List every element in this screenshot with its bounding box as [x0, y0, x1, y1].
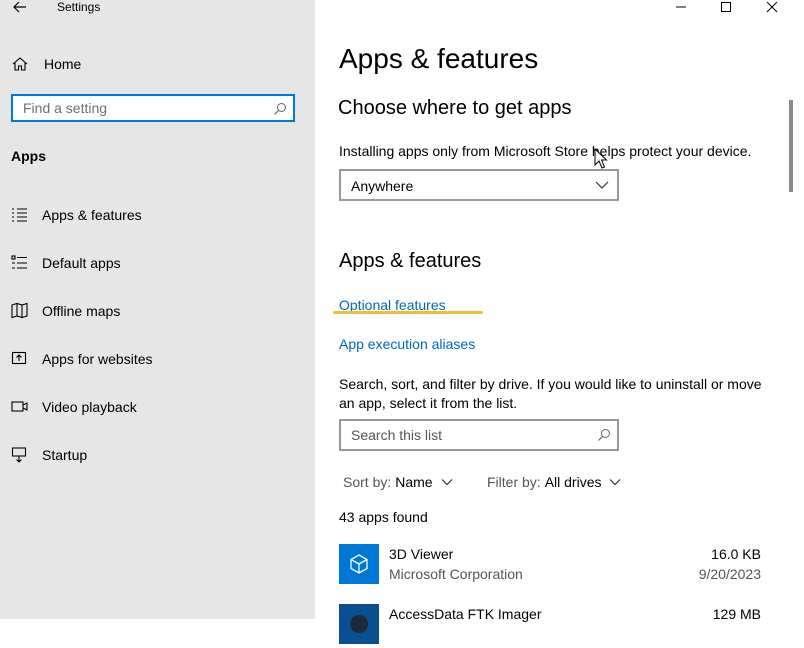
apps-features-icon [11, 206, 29, 224]
apps-count: 43 apps found [339, 509, 428, 525]
close-button[interactable] [757, 0, 787, 14]
home-icon [12, 57, 28, 71]
3d-viewer-icon [339, 544, 379, 584]
chevron-down-icon [610, 479, 621, 486]
back-button[interactable] [10, 0, 30, 18]
app-execution-aliases-link[interactable]: App execution aliases [339, 336, 475, 352]
list-description: Search, sort, and filter by drive. If yo… [339, 376, 762, 411]
highlight-underline [333, 311, 483, 314]
maximize-button[interactable] [711, 0, 741, 14]
app-size: 16.0 KB [711, 546, 761, 562]
choose-apps-info: Installing apps only from Microsoft Stor… [339, 143, 752, 159]
app-list-item[interactable]: 3D Viewer Microsoft Corporation 16.0 KB … [339, 544, 761, 588]
app-name: AccessData FTK Imager [389, 606, 542, 622]
sidebar-item-offline-maps[interactable]: Offline maps [11, 299, 301, 323]
maximize-icon [721, 2, 731, 12]
sidebar-item-label: Apps for websites [42, 351, 153, 367]
filter-label: Filter by: [487, 474, 541, 490]
sidebar-item-startup[interactable]: Startup [11, 443, 301, 467]
app-name: 3D Viewer [389, 546, 454, 562]
open-in-app-icon [11, 350, 29, 368]
sidebar-home-label: Home [44, 56, 82, 72]
sidebar-item-apps-for-websites[interactable]: Apps for websites [11, 347, 301, 371]
sort-value: Name [395, 474, 433, 490]
dropdown-value: Anywhere [351, 178, 414, 194]
sort-label: Sort by: [343, 474, 392, 490]
find-setting-input[interactable] [13, 96, 273, 120]
scrollbar-thumb[interactable] [789, 100, 793, 192]
minimize-button[interactable] [666, 0, 696, 14]
sidebar-item-default-apps[interactable]: Default apps [11, 251, 301, 275]
page-title: Apps & features [339, 43, 539, 74]
ftk-imager-icon [339, 604, 379, 644]
choose-apps-heading: Choose where to get apps [338, 97, 572, 119]
app-publisher: Microsoft Corporation [389, 566, 523, 582]
app-list-search[interactable] [339, 419, 619, 451]
filter-value: All drives [544, 474, 602, 490]
sort-by-control[interactable]: Sort by: Name [343, 474, 453, 490]
minimize-icon [676, 6, 686, 8]
startup-icon [11, 446, 29, 464]
filter-by-control[interactable]: Filter by: All drives [487, 474, 621, 490]
mouse-cursor-icon [594, 148, 608, 169]
app-list-item[interactable]: AccessData FTK Imager 129 MB [339, 604, 761, 648]
window-title: Settings [57, 0, 101, 14]
apps-features-heading: Apps & features [339, 250, 482, 272]
sidebar-item-label: Offline maps [42, 303, 121, 319]
map-icon [11, 302, 29, 320]
app-size: 129 MB [712, 606, 761, 622]
find-setting-search[interactable] [11, 94, 295, 122]
video-icon [11, 398, 29, 416]
sidebar-item-label: Startup [42, 447, 88, 463]
search-icon [598, 429, 610, 441]
back-arrow-icon [13, 1, 26, 13]
app-date: 9/20/2023 [698, 566, 761, 582]
search-icon [274, 103, 286, 115]
sidebar: Settings Home Apps Apps & features Defau… [0, 0, 315, 619]
app-source-dropdown[interactable]: Anywhere [339, 169, 619, 201]
sidebar-home[interactable]: Home [11, 53, 211, 75]
sidebar-item-video-playback[interactable]: Video playback [11, 395, 301, 419]
sidebar-item-label: Apps & features [42, 207, 142, 223]
app-list-search-input[interactable] [341, 421, 591, 449]
chevron-down-icon [441, 479, 453, 486]
sidebar-item-apps-features[interactable]: Apps & features [11, 203, 301, 227]
chevron-down-icon [595, 181, 609, 189]
close-icon [766, 1, 778, 13]
sidebar-section-label: Apps [11, 148, 46, 164]
main-content: Apps & features Choose where to get apps… [315, 0, 804, 644]
default-apps-icon [11, 254, 29, 272]
sidebar-item-label: Video playback [42, 399, 137, 415]
sidebar-item-label: Default apps [42, 255, 121, 271]
